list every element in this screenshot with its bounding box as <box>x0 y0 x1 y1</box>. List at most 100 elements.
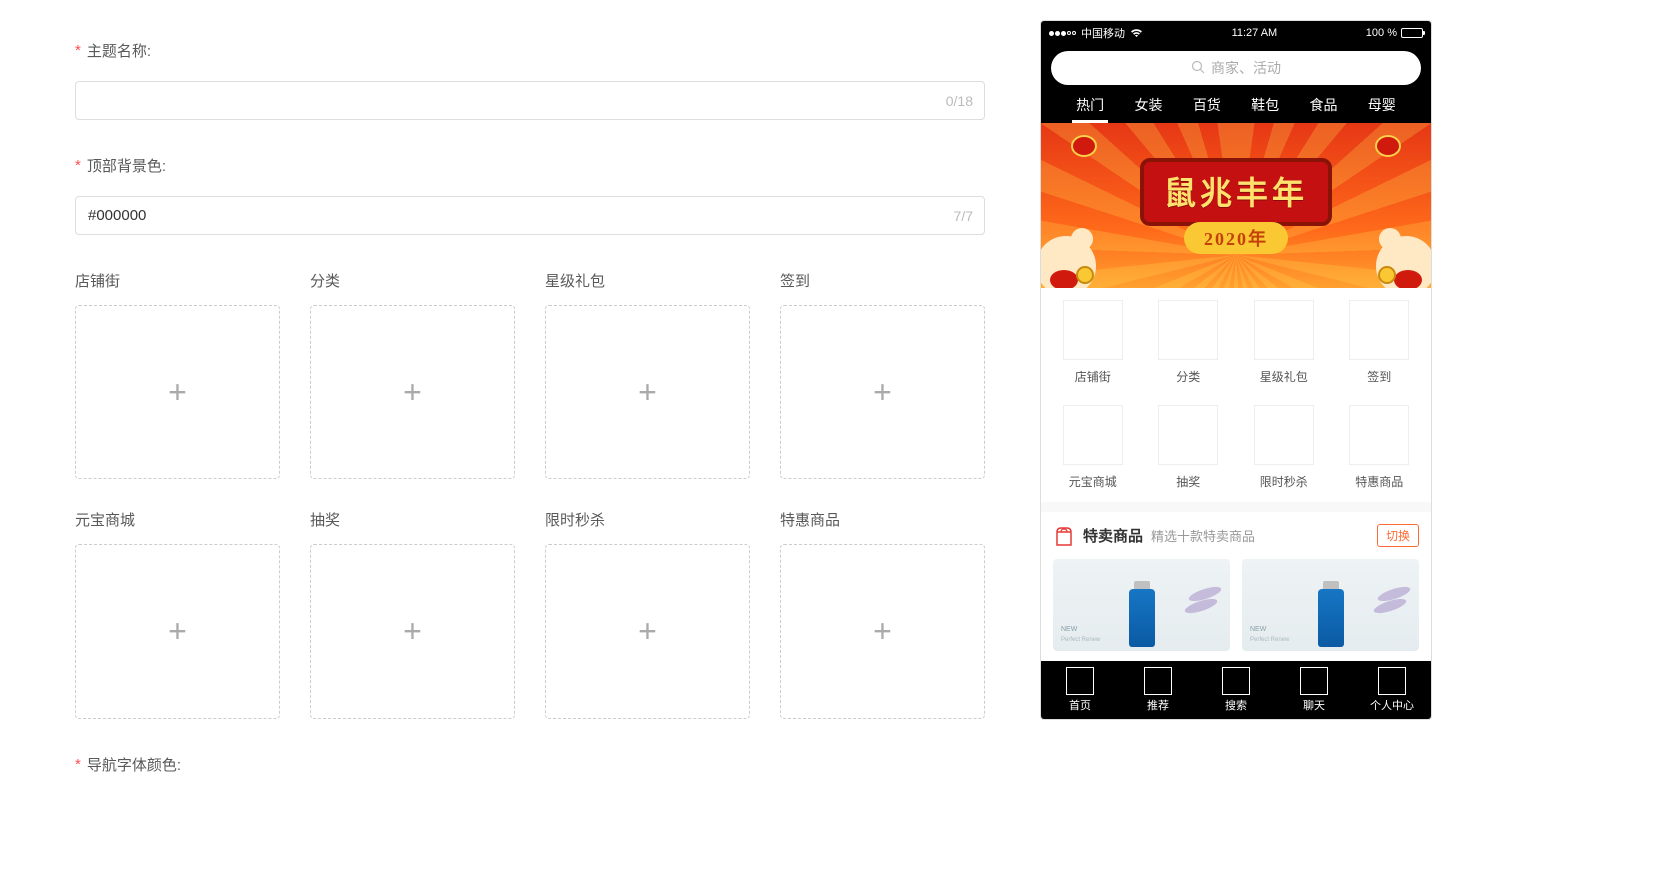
top-bg-color-group: * 顶部背景色: 7/7 <box>75 155 985 235</box>
product-card[interactable]: NEW Perfect Renew <box>1242 559 1419 651</box>
upload-box[interactable]: + <box>780 544 985 718</box>
upload-box[interactable]: + <box>310 544 515 718</box>
nav-icon-shop-street[interactable]: 店铺街 <box>1053 300 1133 385</box>
battery-icon <box>1401 28 1423 38</box>
nav-label: 首页 <box>1069 697 1091 713</box>
nav-icon-special-goods[interactable]: 特惠商品 <box>1340 405 1420 490</box>
nav-icon-placeholder <box>1066 667 1094 695</box>
icon-label: 限时秒杀 <box>1244 473 1324 490</box>
featured-header: 特卖商品 精选十款特卖商品 切换 <box>1053 524 1419 547</box>
icon-label: 元宝商城 <box>1053 473 1133 490</box>
lantern-icon <box>1375 135 1401 169</box>
icon-label: 签到 <box>1340 368 1420 385</box>
mouse-icon <box>1041 226 1106 288</box>
upload-box[interactable]: + <box>780 305 985 479</box>
nav-icon-placeholder <box>1378 667 1406 695</box>
nav-icon-star-gift[interactable]: 星级礼包 <box>1244 300 1324 385</box>
nav-icon-yuanbao[interactable]: 元宝商城 <box>1053 405 1133 490</box>
nav-profile[interactable]: 个人中心 <box>1353 661 1431 719</box>
product-sublabel: Perfect Renew <box>1250 637 1289 643</box>
status-bar: 中国移动 11:27 AM 100 % <box>1041 21 1431 45</box>
nav-label: 搜索 <box>1225 697 1247 713</box>
phone-body: 店铺街 分类 星级礼包 签到 元宝商城 抽奖 限时秒杀 特惠商品 特卖商品 精选… <box>1041 288 1431 661</box>
upload-label: 限时秒杀 <box>545 509 750 530</box>
status-time: 11:27 AM <box>1232 27 1278 39</box>
top-bg-color-label: * 顶部背景色: <box>75 155 985 176</box>
top-bg-color-wrapper: 7/7 <box>75 196 985 235</box>
product-label: NEW <box>1250 626 1266 633</box>
category-tab-womens[interactable]: 女装 <box>1119 95 1177 123</box>
nav-icon-category[interactable]: 分类 <box>1149 300 1229 385</box>
nav-search[interactable]: 搜索 <box>1197 661 1275 719</box>
nav-icon-placeholder <box>1144 667 1172 695</box>
top-bg-color-label-text: 顶部背景色: <box>87 155 166 176</box>
nav-icon-flash-sale[interactable]: 限时秒杀 <box>1244 405 1324 490</box>
nav-chat[interactable]: 聊天 <box>1275 661 1353 719</box>
category-tab-hot[interactable]: 热门 <box>1061 95 1119 123</box>
phone-preview: 中国移动 11:27 AM 100 % 商家、活动 热门 女装 百货 鞋包 食品… <box>1040 20 1432 720</box>
banner-year: 2020年 <box>1184 222 1288 254</box>
icon-placeholder <box>1349 405 1409 465</box>
upload-label: 星级礼包 <box>545 270 750 291</box>
plus-icon: + <box>873 374 892 411</box>
category-tab-baby[interactable]: 母婴 <box>1353 95 1411 123</box>
nav-label: 推荐 <box>1147 697 1169 713</box>
search-placeholder: 商家、活动 <box>1211 58 1281 78</box>
upload-label: 分类 <box>310 270 515 291</box>
plus-icon: + <box>168 374 187 411</box>
product-card[interactable]: NEW Perfect Renew <box>1053 559 1230 651</box>
icon-placeholder <box>1063 405 1123 465</box>
product-sublabel: Perfect Renew <box>1061 637 1100 643</box>
shopping-bag-icon <box>1053 525 1075 547</box>
theme-name-label-text: 主题名称: <box>87 40 151 61</box>
bottom-nav: 首页 推荐 搜索 聊天 个人中心 <box>1041 661 1431 719</box>
category-tab-general[interactable]: 百货 <box>1178 95 1236 123</box>
battery-text: 100 % <box>1366 27 1397 39</box>
upload-box[interactable]: + <box>545 544 750 718</box>
plus-icon: + <box>403 374 422 411</box>
category-tabs: 热门 女装 百货 鞋包 食品 母婴 <box>1051 85 1421 123</box>
nav-icon-checkin[interactable]: 签到 <box>1340 300 1420 385</box>
nav-font-color-group: * 导航字体颜色: <box>75 754 985 775</box>
featured-switch-button[interactable]: 切换 <box>1377 524 1419 547</box>
theme-name-group: * 主题名称: 0/18 <box>75 40 985 120</box>
upload-grid: 店铺街 + 分类 + 星级礼包 + 签到 + 元宝商城 + 抽奖 + <box>75 270 985 719</box>
upload-box[interactable]: + <box>75 544 280 718</box>
featured-section: 特卖商品 精选十款特卖商品 切换 NEW Perfect Renew NEW P… <box>1041 512 1431 661</box>
upload-item-shop-street: 店铺街 + <box>75 270 280 479</box>
banner-title: 鼠兆丰年 <box>1140 158 1332 226</box>
required-icon: * <box>75 157 81 174</box>
theme-name-input[interactable] <box>75 81 985 120</box>
plus-icon: + <box>873 613 892 650</box>
category-tab-shoes[interactable]: 鞋包 <box>1236 95 1294 123</box>
plus-icon: + <box>638 613 657 650</box>
search-box[interactable]: 商家、活动 <box>1051 51 1421 85</box>
icon-placeholder <box>1063 300 1123 360</box>
icon-placeholder <box>1158 300 1218 360</box>
icon-placeholder <box>1254 405 1314 465</box>
upload-item-yuanbao: 元宝商城 + <box>75 509 280 718</box>
icon-placeholder <box>1349 300 1409 360</box>
upload-item-checkin: 签到 + <box>780 270 985 479</box>
top-bg-color-input[interactable] <box>75 196 985 235</box>
upload-label: 抽奖 <box>310 509 515 530</box>
upload-group: 店铺街 + 分类 + 星级礼包 + 签到 + 元宝商城 + 抽奖 + <box>75 270 985 719</box>
plus-icon: + <box>403 613 422 650</box>
plus-icon: + <box>638 374 657 411</box>
upload-box[interactable]: + <box>545 305 750 479</box>
icon-placeholder <box>1158 405 1218 465</box>
icon-label: 分类 <box>1149 368 1229 385</box>
nav-font-color-label-text: 导航字体颜色: <box>87 754 181 775</box>
icon-placeholder <box>1254 300 1314 360</box>
upload-box[interactable]: + <box>75 305 280 479</box>
required-icon: * <box>75 756 81 773</box>
required-icon: * <box>75 42 81 59</box>
banner[interactable]: 鼠兆丰年 2020年 <box>1041 123 1431 288</box>
nav-icon-placeholder <box>1300 667 1328 695</box>
category-tab-food[interactable]: 食品 <box>1294 95 1352 123</box>
featured-products: NEW Perfect Renew NEW Perfect Renew <box>1053 559 1419 651</box>
nav-home[interactable]: 首页 <box>1041 661 1119 719</box>
nav-recommend[interactable]: 推荐 <box>1119 661 1197 719</box>
upload-box[interactable]: + <box>310 305 515 479</box>
nav-icon-lottery[interactable]: 抽奖 <box>1149 405 1229 490</box>
